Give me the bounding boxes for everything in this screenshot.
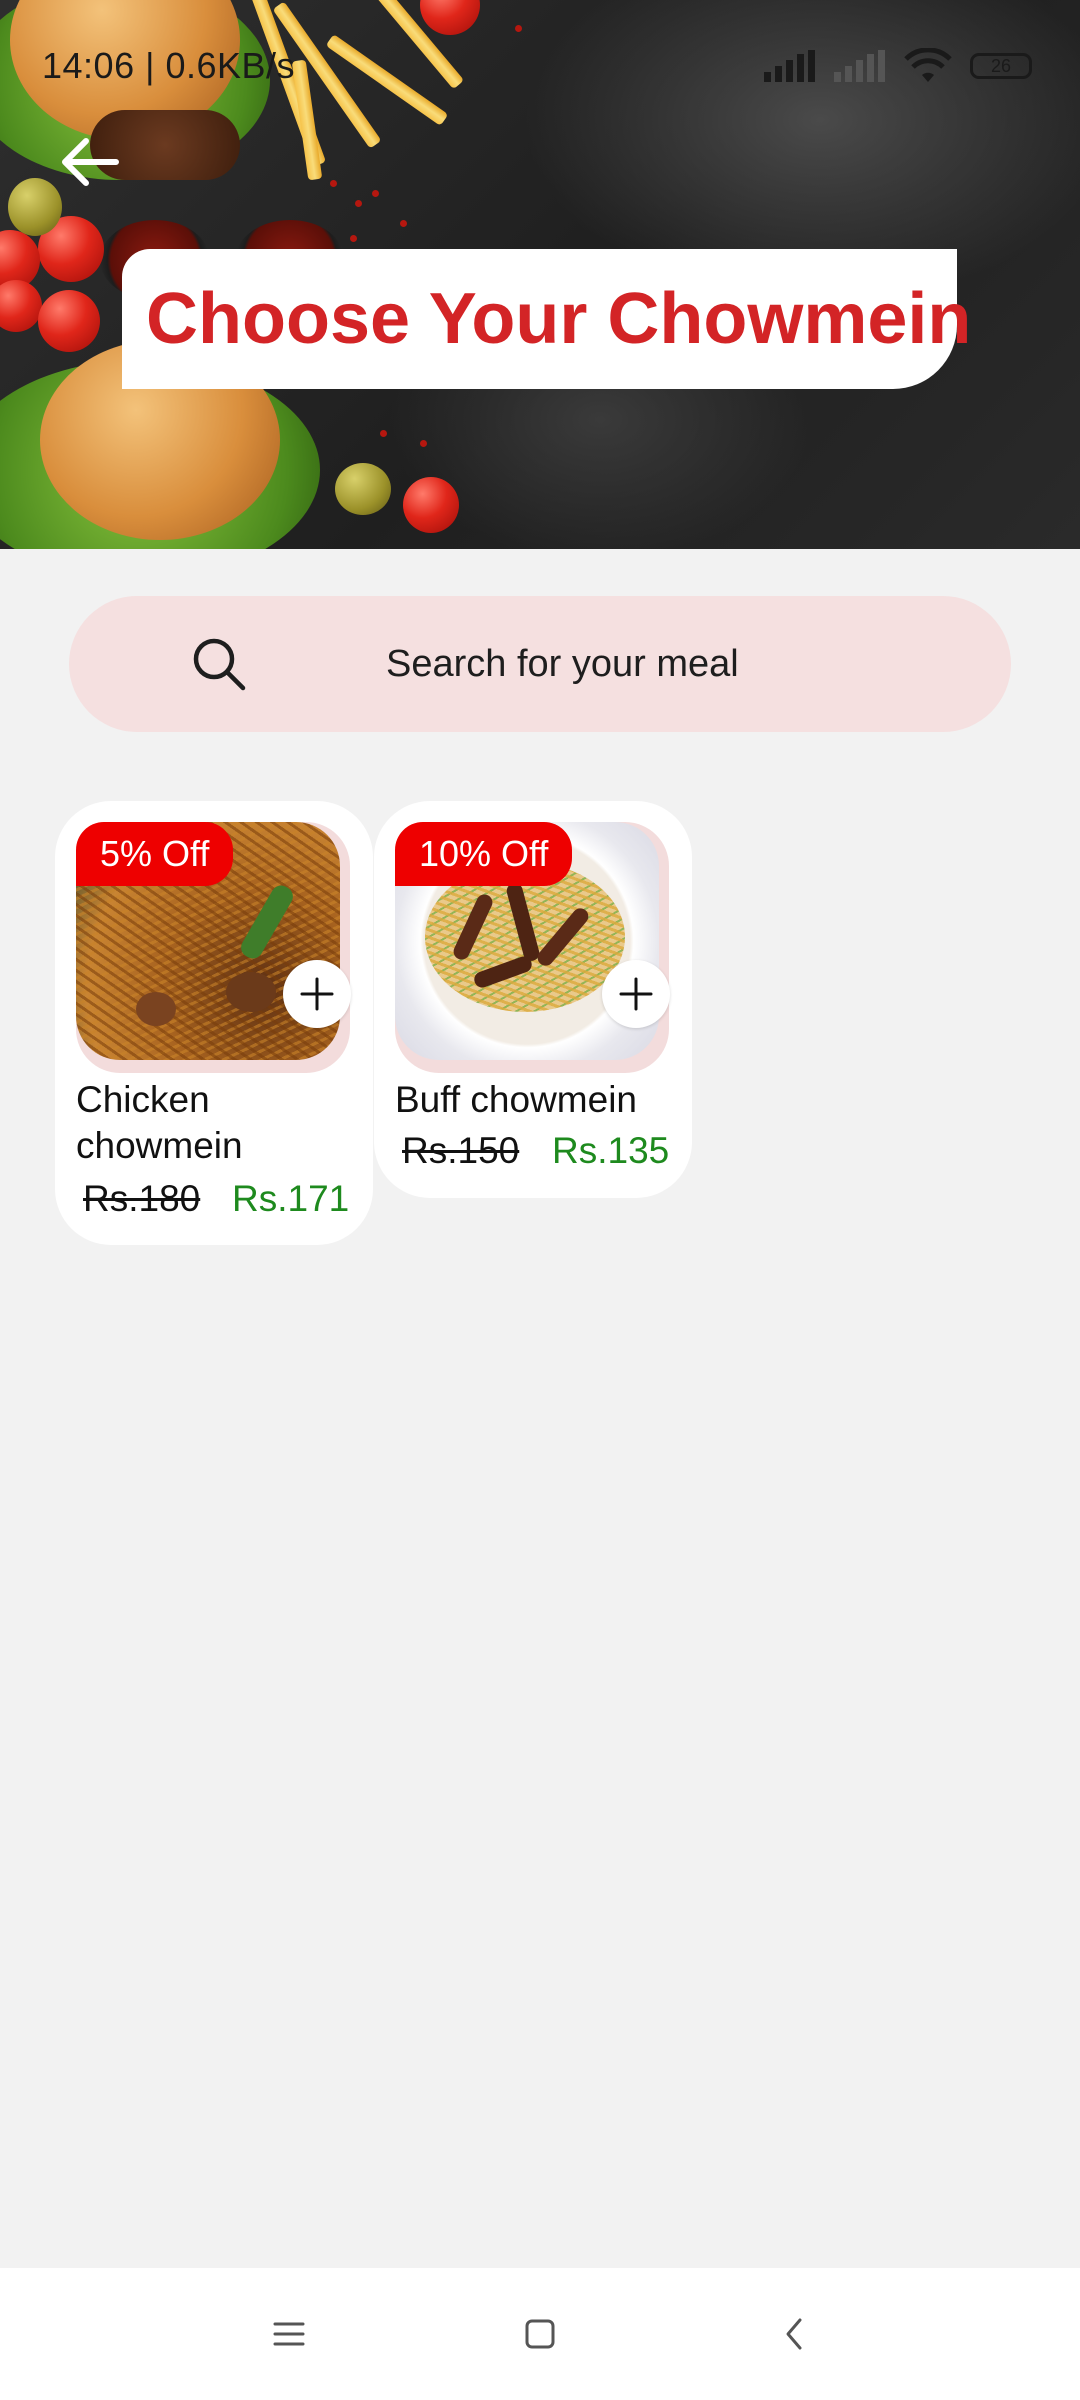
system-nav-bar — [0, 2268, 1080, 2400]
header-banner: 14:06 | 0.6KB/s 26 Choose Your Chowmein — [0, 0, 1080, 549]
discount-badge: 5% Off — [76, 822, 234, 886]
new-price: Rs.171 — [232, 1178, 350, 1219]
signal-2-icon — [834, 50, 885, 82]
status-bar: 14:06 | 0.6KB/s 26 — [0, 0, 1080, 132]
old-price: Rs.180 — [83, 1178, 201, 1219]
plus-icon — [619, 977, 653, 1011]
product-card-buff-chowmein[interactable]: 10% Off Buff chowmein Rs.150 Rs.135 — [374, 801, 692, 1198]
discount-badge: 10% Off — [395, 822, 573, 886]
nav-home-button[interactable] — [514, 2308, 566, 2360]
page-title: Choose Your Chowmein — [146, 279, 972, 359]
product-name: Buff chowmein — [395, 1079, 637, 1120]
nav-back-button[interactable] — [768, 2308, 820, 2360]
status-icons: 26 — [764, 48, 1032, 84]
add-to-cart-button[interactable] — [283, 960, 351, 1028]
old-price: Rs.150 — [402, 1130, 520, 1171]
product-card-chicken-chowmein[interactable]: 5% Off Chicken chowmein Rs.180 Rs.171 — [55, 801, 373, 1245]
back-button[interactable] — [54, 126, 126, 198]
plus-icon — [300, 977, 334, 1011]
search-input[interactable]: Search for your meal — [69, 596, 1011, 732]
search-icon — [193, 638, 246, 691]
signal-icon — [764, 50, 815, 82]
discount-badge-label: 10% Off — [419, 833, 549, 874]
search-placeholder: Search for your meal — [386, 642, 739, 685]
battery-level: 26 — [990, 55, 1012, 76]
wifi-icon — [904, 48, 952, 82]
status-time: 14:06 | 0.6KB/s — [42, 45, 296, 86]
battery-icon: 26 — [970, 53, 1032, 79]
new-price: Rs.135 — [552, 1130, 670, 1171]
discount-badge-label: 5% Off — [100, 833, 210, 874]
nav-menu-button[interactable] — [263, 2308, 315, 2360]
chevron-left-icon — [786, 2318, 802, 2350]
menu-icon — [273, 2322, 305, 2346]
arrow-left-icon — [62, 138, 119, 186]
home-square-icon — [525, 2319, 555, 2349]
product-name: Chicken chowmein — [76, 1079, 243, 1166]
add-to-cart-button[interactable] — [602, 960, 670, 1028]
title-card: Choose Your Chowmein — [122, 249, 971, 389]
